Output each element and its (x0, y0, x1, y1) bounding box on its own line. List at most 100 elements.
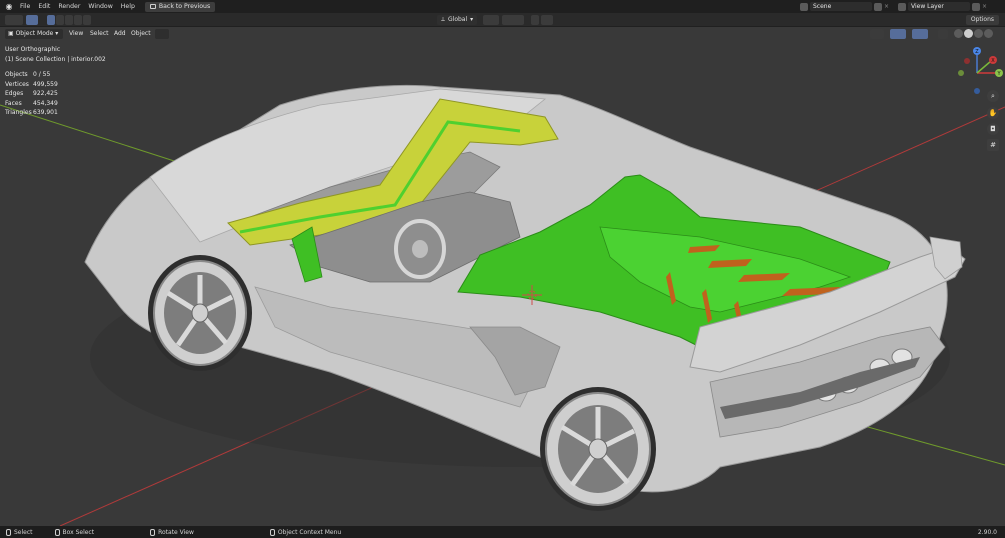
select-mode-invert-button[interactable] (74, 15, 82, 25)
editor-type-button[interactable] (5, 15, 23, 25)
object-mode-icon: ▣ (8, 30, 16, 37)
stat-label: Faces (5, 99, 22, 107)
stat-row: Objects 0 / 55 (5, 70, 58, 80)
tool-header: ⟂ Global ▾ Options (0, 13, 1005, 27)
stat-label: Objects (5, 71, 28, 78)
status-select: Select (6, 528, 33, 536)
stat-label: Triangles (5, 109, 32, 116)
menu-help[interactable]: Help (117, 0, 139, 13)
back-to-previous-label: Back to Previous (158, 3, 211, 10)
shading-wireframe-icon[interactable] (954, 29, 963, 38)
select-tool-button[interactable] (26, 15, 38, 25)
top-menu-bar: ◉ File Edit Render Window Help Back to P… (0, 0, 1005, 13)
new-view-layer-icon[interactable] (972, 2, 980, 11)
mouse-drag-icon (54, 528, 60, 536)
viewport-scene[interactable] (0, 27, 1005, 526)
viewport-gizmo-toggle[interactable] (870, 29, 884, 39)
svg-text:Z: Z (975, 49, 979, 55)
menu-file[interactable]: File (16, 0, 34, 13)
chevron-down-icon: ▾ (470, 16, 474, 23)
status-box-select-label: Box Select (62, 528, 95, 536)
shading-material-icon[interactable] (974, 29, 983, 38)
gizmo-neg-y (958, 70, 964, 76)
status-select-label: Select (14, 528, 33, 536)
add-menu[interactable]: Add (111, 29, 129, 39)
menu-edit[interactable]: Edit (34, 0, 54, 13)
snap-button[interactable] (502, 15, 524, 25)
status-rotate-view: Rotate View (150, 528, 194, 536)
camera-icon[interactable]: ◘ (987, 123, 999, 135)
select-mode-extend-button[interactable] (56, 15, 64, 25)
object-type-visibility-button[interactable] (155, 29, 169, 39)
status-bar: Select Box Select Rotate View Object Con… (0, 526, 1005, 538)
shading-modes (954, 29, 993, 38)
chevron-down-icon: ▾ (53, 30, 59, 37)
window-icon (149, 4, 156, 9)
view-layer-field[interactable]: View Layer (908, 2, 970, 11)
back-to-previous-button[interactable]: Back to Previous (144, 1, 216, 12)
viewport-header: ▣ Object Mode ▾ View Select Add Object (0, 27, 1005, 40)
new-scene-icon[interactable] (874, 2, 882, 11)
view-layer-icon[interactable] (898, 2, 906, 11)
status-context-menu: Object Context Menu (269, 528, 342, 536)
scene-icon[interactable] (800, 2, 808, 11)
menu-render[interactable]: Render (54, 0, 84, 13)
transform-orientation-select[interactable]: ⟂ Global ▾ (437, 15, 478, 25)
status-box-select: Box Select (54, 528, 95, 536)
select-mode-subtract-button[interactable] (65, 15, 73, 25)
stat-row: Vertices 499,559 (5, 80, 58, 90)
stat-label: Edges (5, 90, 24, 97)
stat-row: Edges 922,425 (5, 89, 58, 99)
version-label: 2.90.0 (977, 528, 997, 536)
shading-rendered-icon[interactable] (984, 29, 993, 38)
status-context-menu-label: Object Context Menu (277, 528, 342, 536)
svg-text:X: X (991, 58, 995, 64)
wireframe-toggle[interactable] (938, 29, 948, 39)
viewport-info: User Orthographic (1) Scene Collection |… (5, 45, 106, 64)
mode-label: Object Mode (15, 30, 54, 37)
view-menu[interactable]: View (66, 29, 86, 39)
front-wheel (148, 255, 252, 371)
stat-row: Faces 454,349 (5, 99, 58, 109)
object-menu[interactable]: Object (128, 29, 154, 39)
grid-icon[interactable]: # (987, 139, 999, 151)
mode-select[interactable]: ▣ Object Mode ▾ (5, 29, 63, 39)
menu-window[interactable]: Window (84, 0, 116, 13)
orientation-icon: ⟂ (441, 16, 446, 23)
pivot-point-button[interactable] (483, 15, 499, 25)
pan-hand-icon[interactable]: ✋ (987, 107, 999, 119)
stat-value: 639,901 (33, 109, 58, 116)
proportional-falloff-button[interactable] (541, 15, 553, 25)
blender-logo-icon[interactable]: ◉ (2, 0, 16, 13)
stat-value: 499,559 (33, 80, 58, 88)
scene-name-field[interactable]: Scene (810, 2, 872, 11)
scene-statistics: Objects 0 / 55 Vertices 499,559 Edges 922,4… (5, 70, 58, 118)
shading-solid-icon[interactable] (964, 29, 973, 38)
3d-viewport[interactable]: ▣ Object Mode ▾ View Select Add Object U… (0, 27, 1005, 526)
remove-scene-icon[interactable]: × (884, 3, 890, 10)
select-mode-new-button[interactable] (47, 15, 55, 25)
remove-view-layer-icon[interactable]: × (982, 3, 988, 10)
rear-wheel (540, 387, 656, 511)
view-name: User Orthographic (5, 46, 61, 53)
transform-orientation-label: Global (448, 16, 468, 23)
options-button[interactable]: Options (965, 15, 999, 25)
scene-selector: Scene × View Layer × (800, 2, 988, 11)
zoom-icon[interactable]: ⌕ (987, 90, 999, 102)
active-collection: (1) Scene Collection | interior.002 (5, 55, 106, 63)
stat-value: 922,425 (33, 90, 58, 97)
status-rotate-view-label: Rotate View (158, 528, 194, 536)
gizmo-neg-z (974, 88, 980, 94)
stat-value: 454,349 (33, 99, 58, 107)
select-menu[interactable]: Select (87, 29, 112, 39)
xray-toggle[interactable] (912, 29, 928, 39)
gizmo-neg-x (964, 58, 970, 64)
proportional-edit-button[interactable] (531, 15, 539, 25)
select-mode-intersect-button[interactable] (83, 15, 91, 25)
mouse-left-icon (6, 528, 11, 536)
overlay-toggle[interactable] (890, 29, 906, 39)
stat-label: Vertices (5, 80, 29, 88)
mouse-right-icon (269, 528, 275, 536)
stat-value: 0 / 55 (33, 71, 51, 78)
stat-row: Triangles 639,901 (5, 108, 58, 118)
